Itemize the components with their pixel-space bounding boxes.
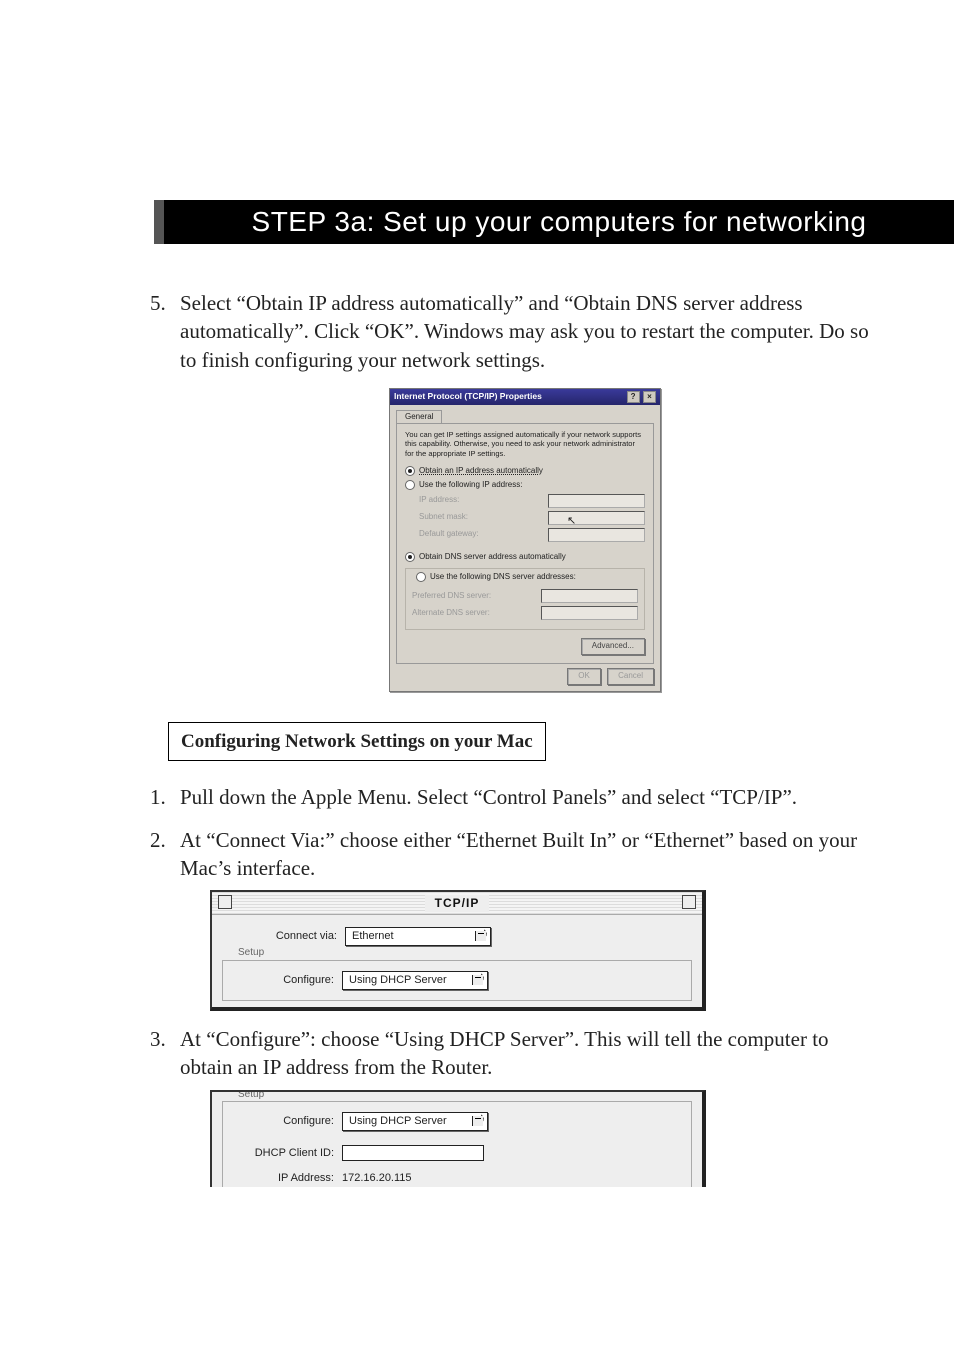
mac-step-2: At “Connect Via:” choose either “Etherne… bbox=[150, 826, 870, 1011]
windows-dialog-title: Internet Protocol (TCP/IP) Properties bbox=[394, 391, 542, 402]
mac-step-3-text: At “Configure”: choose “Using DHCP Serve… bbox=[180, 1027, 829, 1079]
select-configure-value: Using DHCP Server bbox=[349, 1115, 447, 1127]
label-ip-address: IP Address: bbox=[239, 1171, 334, 1186]
input-dhcp-client-id[interactable] bbox=[342, 1145, 484, 1161]
label-configure: Configure: bbox=[239, 1114, 334, 1129]
windows-note-text: You can get IP settings assigned automat… bbox=[405, 430, 645, 458]
close-icon[interactable] bbox=[218, 895, 232, 909]
advanced-button[interactable]: Advanced... bbox=[581, 638, 645, 655]
step-5: Select “Obtain IP address automatically”… bbox=[150, 289, 870, 692]
input-default-gateway[interactable] bbox=[548, 528, 645, 542]
label-ip-address: IP address: bbox=[419, 495, 548, 506]
radio-use-following-ip-label: Use the following IP address: bbox=[419, 480, 522, 491]
label-connect-via: Connect via: bbox=[242, 929, 337, 944]
section-heading-mac: Configuring Network Settings on your Mac bbox=[168, 722, 546, 762]
radio-use-following-ip[interactable]: Use the following IP address: bbox=[405, 480, 645, 491]
input-subnet-mask[interactable] bbox=[548, 511, 645, 525]
section-heading-mac-text: Configuring Network Settings on your Mac bbox=[181, 731, 533, 752]
tab-general[interactable]: General bbox=[396, 410, 442, 424]
radio-obtain-dns-auto[interactable]: Obtain DNS server address automatically bbox=[405, 552, 645, 563]
radio-obtain-ip-auto[interactable]: Obtain an IP address automatically bbox=[405, 466, 645, 477]
label-subnet-mask: Subnet mask: bbox=[419, 512, 548, 523]
close-icon[interactable]: × bbox=[643, 391, 656, 403]
help-icon[interactable]: ? bbox=[627, 391, 640, 403]
mac-step-1-text: Pull down the Apple Menu. Select “Contro… bbox=[180, 785, 797, 809]
radio-use-following-dns[interactable]: Use the following DNS server addresses: bbox=[412, 572, 580, 583]
mac-step-2-text: At “Connect Via:” choose either “Etherne… bbox=[180, 828, 857, 880]
label-default-gateway: Default gateway: bbox=[419, 529, 548, 540]
input-alternate-dns[interactable] bbox=[541, 606, 638, 620]
select-connect-via-value: Ethernet bbox=[352, 930, 394, 942]
chevron-updown-icon: ▴▾ bbox=[482, 929, 487, 939]
chevron-updown-icon: ▴▾ bbox=[479, 1114, 484, 1124]
radio-dot-icon bbox=[405, 552, 415, 562]
mac-window-title: TCP/IP bbox=[425, 895, 490, 911]
ok-button[interactable]: OK bbox=[567, 668, 601, 685]
page-header: STEP 3a: Set up your computers for netwo… bbox=[154, 200, 954, 244]
select-configure[interactable]: Using DHCP Server ▴▾ bbox=[342, 1112, 488, 1131]
windows-tcpip-dialog: Internet Protocol (TCP/IP) Properties ? … bbox=[389, 388, 661, 692]
select-configure-value: Using DHCP Server bbox=[349, 974, 447, 986]
label-preferred-dns: Preferred DNS server: bbox=[412, 591, 541, 602]
content-body: Select “Obtain IP address automatically”… bbox=[150, 289, 870, 1187]
mac-step-3: At “Configure”: choose “Using DHCP Serve… bbox=[150, 1025, 870, 1187]
windows-dialog-titlebar: Internet Protocol (TCP/IP) Properties ? … bbox=[390, 389, 660, 405]
select-connect-via[interactable]: Ethernet ▴▾ bbox=[345, 927, 491, 946]
page-header-title: STEP 3a: Set up your computers for netwo… bbox=[252, 206, 867, 237]
mac-step-1: Pull down the Apple Menu. Select “Contro… bbox=[150, 783, 870, 811]
zoom-icon[interactable] bbox=[682, 895, 696, 909]
radio-obtain-dns-label: Obtain DNS server address automatically bbox=[419, 552, 566, 563]
chevron-updown-icon: ▴▾ bbox=[479, 973, 484, 983]
input-ip-address[interactable] bbox=[548, 494, 645, 508]
radio-dot-icon bbox=[416, 572, 426, 582]
mac-tcpip-window-1: TCP/IP Connect via: Ethernet ▴▾ bbox=[210, 890, 706, 1011]
select-configure[interactable]: Using DHCP Server ▴▾ bbox=[342, 971, 488, 990]
mac-tcpip-window-2: Setup Configure: Using DHCP Server ▴▾ bbox=[210, 1090, 706, 1187]
label-configure: Configure: bbox=[239, 973, 334, 988]
label-setup-group: Setup bbox=[234, 1090, 268, 1100]
cancel-button[interactable]: Cancel bbox=[607, 668, 654, 685]
radio-obtain-ip-label: Obtain an IP address automatically bbox=[419, 466, 543, 477]
radio-dot-icon bbox=[405, 480, 415, 490]
label-setup-group: Setup bbox=[234, 947, 268, 958]
label-alternate-dns: Alternate DNS server: bbox=[412, 608, 541, 619]
input-preferred-dns[interactable] bbox=[541, 589, 638, 603]
radio-dot-icon bbox=[405, 466, 415, 476]
radio-use-following-dns-label: Use the following DNS server addresses: bbox=[430, 572, 576, 583]
value-ip-address: 172.16.20.115 bbox=[342, 1171, 412, 1186]
label-dhcp-client-id: DHCP Client ID: bbox=[229, 1146, 334, 1161]
mac-window-titlebar: TCP/IP bbox=[212, 892, 702, 915]
step-5-text: Select “Obtain IP address automatically”… bbox=[180, 291, 869, 372]
